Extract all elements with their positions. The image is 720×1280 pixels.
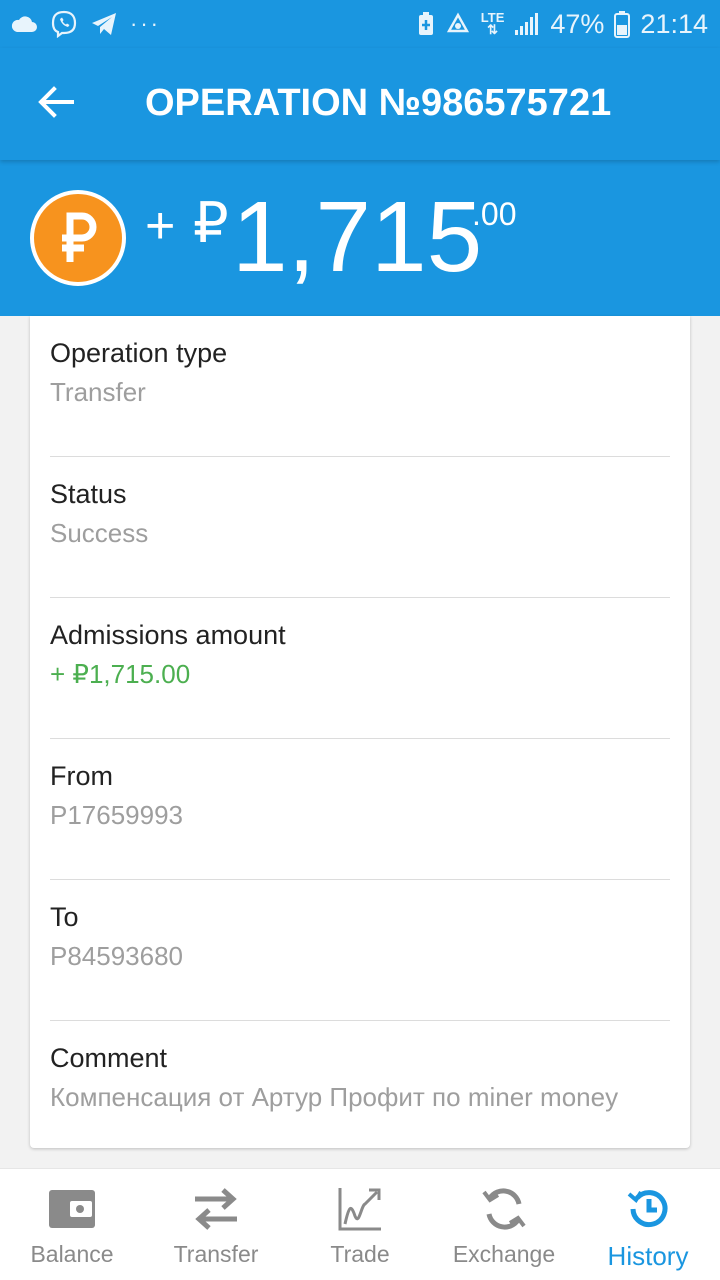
nav-exchange[interactable]: Exchange [432, 1169, 576, 1280]
detail-value: P17659993 [50, 800, 184, 830]
lte-indicator: LTE ⇅ [480, 10, 505, 37]
telegram-icon [90, 11, 118, 37]
transfer-arrows-icon [190, 1183, 242, 1235]
status-bar-notifications: ··· [10, 8, 161, 40]
operation-details-card: Operation type Transfer Status Success A… [30, 316, 690, 1148]
sync-icon [445, 11, 471, 37]
viber-icon [50, 10, 78, 38]
detail-label: Operation type [50, 338, 228, 368]
detail-label: Comment [50, 1043, 168, 1073]
nav-label: History [607, 1241, 689, 1271]
nav-label: Balance [30, 1241, 114, 1267]
detail-value: P84593680 [50, 941, 184, 971]
bottom-navigation: Balance Transfer Trade Exchange History [0, 1168, 720, 1280]
page-title: OPERATION №986575721 [145, 82, 612, 124]
nav-label: Transfer [173, 1241, 259, 1267]
detail-label: To [50, 902, 79, 932]
clock: 21:14 [640, 8, 708, 39]
detail-row-status: Status Success [50, 457, 670, 598]
detail-row-operation-type: Operation type Transfer [50, 316, 670, 457]
nav-trade[interactable]: Trade [288, 1169, 432, 1280]
detail-row-comment: Comment Компенсация от Артур Профит по m… [50, 1021, 670, 1162]
amount-value: 1,715 [232, 181, 483, 293]
detail-value: + ₽1,715.00 [50, 659, 191, 689]
history-clock-icon [622, 1183, 674, 1235]
ruble-coin-icon [30, 190, 126, 286]
exchange-refresh-icon [478, 1183, 530, 1235]
detail-value: Компенсация от Артур Профит по miner mon… [50, 1082, 619, 1112]
nav-balance[interactable]: Balance [0, 1169, 144, 1280]
nav-transfer[interactable]: Transfer [144, 1169, 288, 1280]
status-bar-system: LTE ⇅ 47% 21:14 [417, 8, 708, 40]
arrow-left-icon [38, 85, 74, 123]
detail-row-admissions-amount: Admissions amount + ₽1,715.00 [50, 598, 670, 739]
detail-value: Success [50, 518, 149, 548]
battery-saver-icon [417, 11, 435, 37]
amount-sign: + [145, 197, 176, 255]
app-bar: OPERATION №986575721 [0, 48, 720, 160]
battery-percent: 47% [550, 8, 605, 39]
detail-value: Transfer [50, 377, 146, 407]
more-notifications-icon: ··· [130, 11, 161, 36]
amount-cents: .00 [472, 196, 517, 232]
nav-label: Exchange [452, 1241, 556, 1267]
detail-row-from: From P17659993 [50, 739, 670, 880]
wallet-icon [46, 1183, 98, 1235]
nav-label: Trade [330, 1241, 390, 1267]
back-button[interactable] [28, 76, 84, 132]
amount-currency: ₽ [193, 191, 229, 254]
amount-header: + ₽ 1,715 .00 [0, 160, 720, 316]
detail-row-to: To P84593680 [50, 880, 670, 1021]
signal-icon [514, 12, 540, 36]
detail-label: Admissions amount [50, 620, 286, 650]
nav-history[interactable]: History [576, 1169, 720, 1280]
detail-label: From [50, 761, 113, 791]
detail-label: Status [50, 479, 127, 509]
battery-icon [614, 10, 631, 38]
status-bar: ··· LTE ⇅ 47% 21:14 [0, 0, 720, 48]
trade-chart-icon [334, 1183, 386, 1235]
cloud-icon [10, 14, 38, 34]
